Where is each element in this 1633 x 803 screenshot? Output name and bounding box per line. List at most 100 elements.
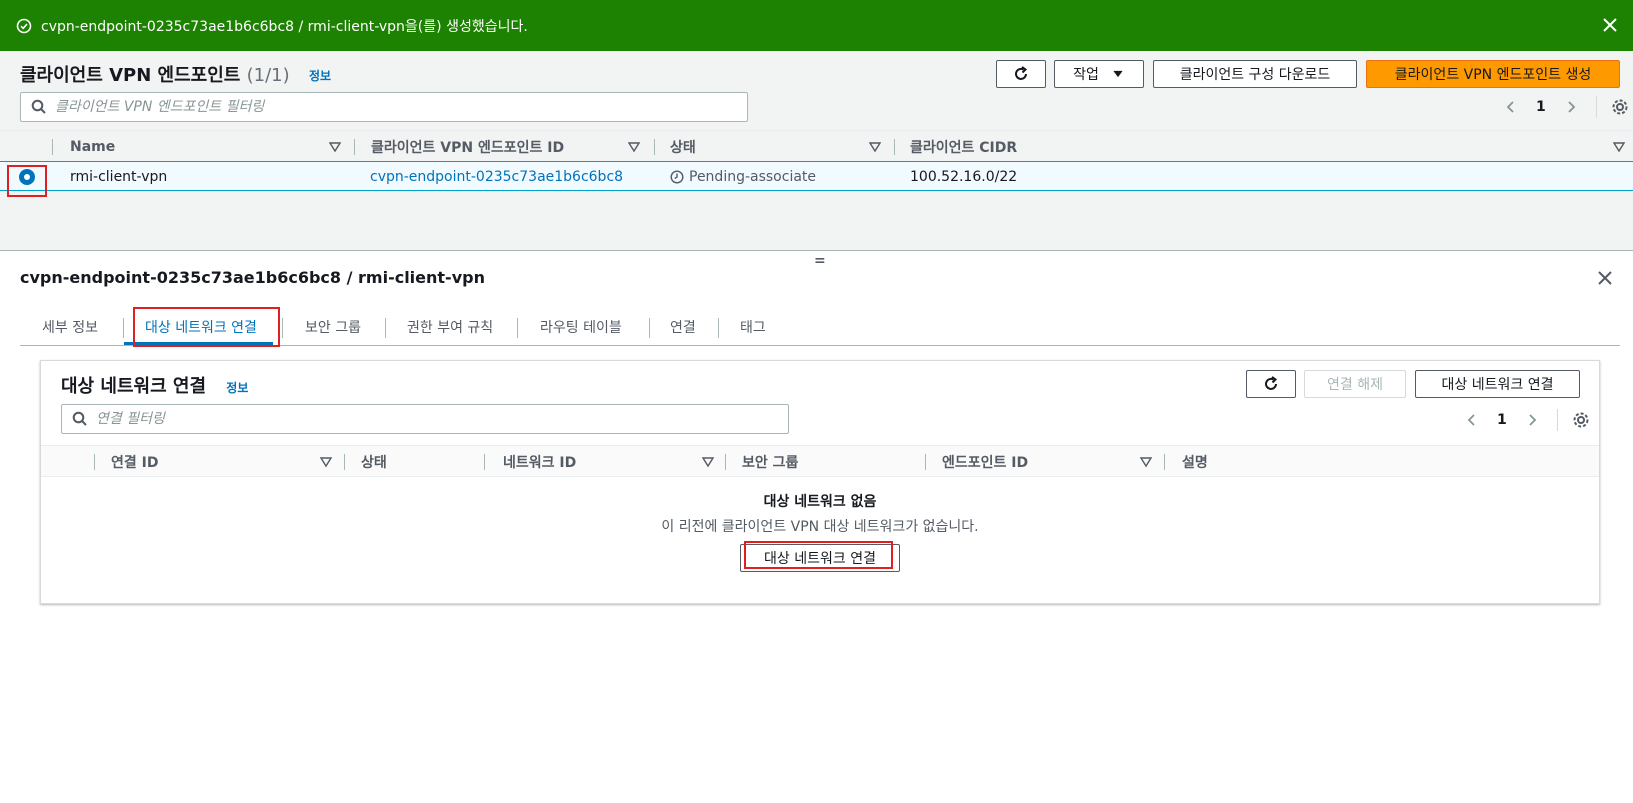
create-endpoint-button[interactable]: 클라이언트 VPN 엔드포인트 생성 <box>1366 60 1620 88</box>
column-header-endpoint-id[interactable]: 클라이언트 VPN 엔드포인트 ID <box>371 131 564 163</box>
success-check-icon <box>16 18 32 33</box>
settings-gear-icon[interactable] <box>1611 98 1629 116</box>
column-header-network-id[interactable]: 네트워크 ID <box>503 446 576 478</box>
highlight-associate-button-box <box>744 541 893 569</box>
column-header-cidr[interactable]: 클라이언트 CIDR <box>910 131 1017 163</box>
column-name-label: Name <box>70 139 116 155</box>
page-title: 클라이언트 VPN 엔드포인트 (1/1) <box>20 61 290 87</box>
chevron-left-icon[interactable] <box>1504 100 1518 114</box>
pager-divider <box>1595 96 1597 118</box>
sort-icon[interactable] <box>628 141 640 153</box>
disassociate-label: 연결 해제 <box>1327 377 1383 393</box>
info-link[interactable]: 정보 <box>309 67 331 84</box>
column-divider <box>725 454 726 470</box>
chevron-left-icon[interactable] <box>1465 413 1479 427</box>
column-association-id-label: 연결 ID <box>111 455 159 471</box>
chevron-right-icon[interactable] <box>1525 413 1539 427</box>
download-config-button[interactable]: 클라이언트 구성 다운로드 <box>1153 60 1357 88</box>
page-title-text: 클라이언트 VPN 엔드포인트 <box>20 65 241 86</box>
caret-down-icon <box>1113 70 1123 78</box>
tab-connections[interactable]: 연결 <box>670 310 696 344</box>
column-divider <box>484 454 485 470</box>
page-number[interactable]: 1 <box>1497 412 1507 428</box>
tab-security-groups[interactable]: 보안 그룹 <box>305 310 361 344</box>
row-name: rmi-client-vpn <box>70 169 168 185</box>
top-pagination: 1 <box>1504 96 1629 118</box>
tab-divider <box>123 318 124 338</box>
tab-authorization-rules[interactable]: 권한 부여 규칙 <box>407 310 493 344</box>
endpoint-list-panel: 클라이언트 VPN 엔드포인트 (1/1) 정보 작업 클라이언트 구성 다운로… <box>0 51 1633 251</box>
refresh-button[interactable] <box>996 60 1046 88</box>
section-title-text: 대상 네트워크 연결 <box>61 376 207 397</box>
tab-route-table[interactable]: 라우팅 테이블 <box>540 310 622 344</box>
tab-divider <box>649 318 650 338</box>
association-filter-input[interactable] <box>96 411 741 427</box>
tab-divider <box>517 318 518 338</box>
search-icon <box>72 411 87 426</box>
sort-icon[interactable] <box>702 456 714 468</box>
tab-divider <box>718 318 719 338</box>
tab-divider <box>282 318 283 338</box>
tab-details[interactable]: 세부 정보 <box>42 310 98 344</box>
split-panel-resize-handle[interactable]: = <box>814 253 826 269</box>
column-header-status[interactable]: 상태 <box>361 446 387 478</box>
column-description-label: 설명 <box>1182 455 1208 471</box>
download-config-label: 클라이언트 구성 다운로드 <box>1179 67 1331 83</box>
page-number[interactable]: 1 <box>1536 99 1546 115</box>
association-filter-search[interactable] <box>61 404 789 434</box>
row-status: Pending-associate <box>689 169 817 185</box>
table-row[interactable]: rmi-client-vpn cvpn-endpoint-0235c73ae1b… <box>0 161 1633 191</box>
disassociate-button[interactable]: 연결 해제 <box>1304 370 1406 398</box>
tab-tags[interactable]: 태그 <box>740 310 766 344</box>
sort-icon[interactable] <box>320 456 332 468</box>
column-header-security-group[interactable]: 보안 그룹 <box>742 446 798 478</box>
column-endpoint-id-label: 클라이언트 VPN 엔드포인트 ID <box>371 140 565 156</box>
column-header-status[interactable]: 상태 <box>670 131 696 163</box>
column-header-description[interactable]: 설명 <box>1182 446 1208 478</box>
split-panel-divider <box>0 250 1633 251</box>
row-status-cell: Pending-associate <box>670 162 816 192</box>
column-header-name[interactable]: Name <box>70 131 115 163</box>
column-divider <box>354 139 355 155</box>
endpoint-filter-search[interactable] <box>20 92 748 122</box>
pager-divider <box>1556 409 1558 431</box>
associate-network-button[interactable]: 대상 네트워크 연결 <box>1415 370 1580 398</box>
column-divider <box>344 454 345 470</box>
sort-icon[interactable] <box>869 141 881 153</box>
highlight-tab-box <box>133 307 280 347</box>
row-cidr: 100.52.16.0/22 <box>910 169 1018 185</box>
search-icon <box>31 99 46 114</box>
column-divider <box>654 139 655 155</box>
actions-label: 작업 <box>1073 67 1099 83</box>
sort-icon[interactable] <box>329 141 341 153</box>
chevron-right-icon[interactable] <box>1564 100 1578 114</box>
column-status-label: 상태 <box>361 455 387 471</box>
target-network-container: 대상 네트워크 연결 정보 연결 해제 대상 네트워크 연결 1 연결 ID 상… <box>40 360 1600 604</box>
column-endpoint-id-label: 엔드포인트 ID <box>942 455 1029 471</box>
section-pagination: 1 <box>1465 409 1590 431</box>
column-divider <box>925 454 926 470</box>
endpoint-filter-input[interactable] <box>55 99 700 115</box>
tab-divider <box>385 318 386 338</box>
actions-dropdown[interactable]: 작업 <box>1054 60 1144 88</box>
close-icon[interactable] <box>1597 270 1613 286</box>
column-network-id-label: 네트워크 ID <box>503 455 577 471</box>
create-endpoint-label: 클라이언트 VPN 엔드포인트 생성 <box>1394 67 1592 83</box>
flash-message: cvpn-endpoint-0235c73ae1b6c6bc8 / rmi-cl… <box>41 18 528 35</box>
endpoint-table-header: Name 클라이언트 VPN 엔드포인트 ID 상태 클라이언트 CIDR <box>0 130 1633 162</box>
section-info-link[interactable]: 정보 <box>226 381 248 395</box>
pending-clock-icon <box>670 170 684 184</box>
flash-close-icon[interactable] <box>1601 16 1619 34</box>
section-title: 대상 네트워크 연결 정보 <box>61 372 248 398</box>
associate-network-label: 대상 네트워크 연결 <box>1441 377 1554 393</box>
sort-icon[interactable] <box>1613 141 1625 153</box>
column-header-association-id[interactable]: 연결 ID <box>111 446 158 478</box>
endpoint-id-link[interactable]: cvpn-endpoint-0235c73ae1b6c6bc8 <box>370 169 623 185</box>
column-status-label: 상태 <box>670 140 696 156</box>
sort-icon[interactable] <box>1140 456 1152 468</box>
refresh-icon <box>1015 66 1028 80</box>
column-divider <box>894 139 895 155</box>
section-refresh-button[interactable] <box>1246 370 1296 398</box>
settings-gear-icon[interactable] <box>1572 411 1590 429</box>
column-header-endpoint-id[interactable]: 엔드포인트 ID <box>942 446 1028 478</box>
